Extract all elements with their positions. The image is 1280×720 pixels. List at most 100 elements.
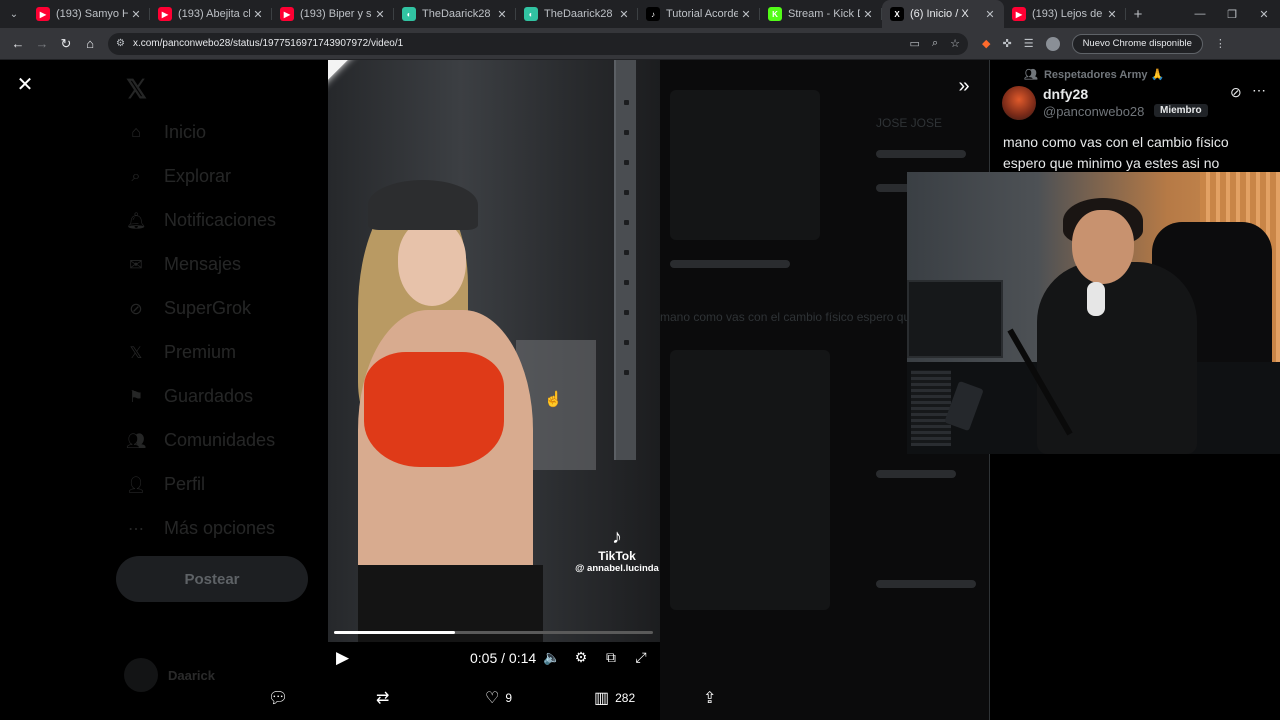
background-media — [670, 350, 830, 610]
monitor — [907, 280, 1003, 358]
reply-icon: 💬︎ — [268, 690, 289, 707]
views-button[interactable]: ▥ 282 — [594, 688, 635, 708]
sidebar-item-label: Inicio — [164, 122, 207, 142]
sidebar-item-mensajes[interactable]: ✉ Mensajes — [126, 254, 241, 275]
tab-close-icon[interactable]: ✕ — [250, 8, 266, 21]
tab-close-icon[interactable]: ✕ — [1104, 8, 1120, 21]
tab-title: TheDaarick28 - Prend — [422, 8, 494, 20]
grok-icon[interactable]: ⊘ — [1230, 84, 1242, 101]
background-line — [876, 580, 976, 588]
post-button[interactable]: Postear — [116, 556, 308, 602]
browser-tab[interactable]: ◐ TheDaarick28 - Prend✕ — [394, 0, 516, 28]
browser-tab[interactable]: ▶ (193) Lejos de ti (Co✕ — [1004, 0, 1126, 28]
reading-list-icon[interactable]: ☰ — [1024, 37, 1034, 50]
tab-close-icon[interactable]: ✕ — [372, 8, 388, 21]
back-icon[interactable]: ← — [6, 32, 30, 56]
reload-icon[interactable]: ↻ — [54, 32, 78, 56]
browser-tab[interactable]: ◐ TheDaarick28 - Sub T✕ — [516, 0, 638, 28]
url-text[interactable]: x.com/panconwebo28/status/19775169717439… — [133, 38, 910, 49]
tab-close-icon[interactable]: ✕ — [738, 8, 754, 21]
browser-tab[interactable]: ▶ (193) Abejita chiquit✕ — [150, 0, 272, 28]
close-viewer-icon[interactable]: ✕ — [14, 74, 36, 96]
volume-icon[interactable]: 🔈 — [542, 649, 562, 666]
sidebar-item-notificaciones[interactable]: 🔔︎ Notificaciones — [126, 210, 276, 231]
bookmark-star-icon[interactable]: ☆ — [950, 37, 960, 50]
reply-button[interactable]: 💬︎ — [268, 688, 294, 708]
sidebar-item-guardados[interactable]: ⚑ Guardados — [126, 386, 253, 407]
community-label[interactable]: 👥︎ Respetadores Army 🙏 — [1024, 68, 1164, 81]
sidebar-item-premium[interactable]: 𝕏 Premium — [126, 342, 236, 363]
x-logo-icon: 𝕏 — [126, 74, 147, 104]
home-icon[interactable]: ⌂ — [78, 32, 102, 56]
close-window-icon[interactable]: ✕ — [1248, 8, 1280, 21]
cast-icon[interactable]: ▭ — [910, 37, 920, 50]
expand-panel-icon[interactable]: » — [952, 74, 976, 98]
browser-tab[interactable]: ▶ (193) Samyo How To✕ — [28, 0, 150, 28]
extensions-puzzle-icon[interactable]: ✜ — [1002, 37, 1011, 50]
share-icon: ⇪ — [703, 690, 717, 707]
sidebar-item-más-opciones[interactable]: ⋯ Más opciones — [126, 518, 275, 539]
share-button[interactable]: ⇪ — [703, 688, 722, 708]
browser-tab[interactable]: ♪ Tutorial Acordes de✕ — [638, 0, 760, 28]
reply-author-name[interactable]: dnfy28 — [1043, 86, 1088, 102]
streamlabs-favicon-icon: ◐ — [524, 7, 538, 21]
address-bar[interactable]: ⚙ x.com/panconwebo28/status/197751697174… — [108, 32, 968, 55]
extension-icon[interactable]: ◆ — [982, 37, 990, 50]
sidebar-item-comunidades[interactable]: 👥︎ Comunidades — [126, 430, 275, 451]
sidebar-item-label: Premium — [164, 342, 237, 362]
sidebar-item-label: SuperGrok — [164, 298, 252, 318]
tab-close-icon[interactable]: ✕ — [616, 8, 632, 21]
tab-search-button[interactable]: ⌄ — [0, 0, 28, 28]
play-icon[interactable]: ▶ — [336, 648, 349, 668]
tiktok-brand: TikTok — [598, 549, 636, 563]
profile-avatar[interactable] — [1045, 36, 1060, 51]
zoom-icon[interactable]: ⌕ — [932, 37, 938, 50]
chrome-menu-icon[interactable]: ⋮ — [1215, 37, 1226, 50]
webcam-overlay — [907, 172, 1280, 454]
video-player[interactable]: ♪ TikTok @ annabel.lucinda ☝ — [328, 60, 660, 642]
kick-favicon-icon: K — [768, 7, 782, 21]
youtube-favicon-icon: ▶ — [1012, 7, 1026, 21]
views-count: 282 — [615, 691, 636, 705]
bell-icon: 🔔︎ — [126, 212, 147, 230]
more-icon: ⋯ — [128, 520, 144, 538]
views-icon: ▥ — [594, 690, 610, 707]
forward-icon[interactable]: → — [30, 32, 54, 56]
reply-author-handle[interactable]: @panconwebo28 — [1043, 104, 1144, 119]
like-button[interactable]: ♡ 9 — [485, 688, 512, 708]
picture-in-picture-icon[interactable]: ⧉ — [601, 649, 621, 666]
ceiling-light — [328, 60, 358, 149]
tiktok-watermark: ♪ TikTok @ annabel.lucinda — [572, 526, 660, 574]
more-options-icon[interactable]: ⋯ — [1252, 82, 1266, 99]
account-name: Daarick — [168, 667, 215, 683]
browser-tab[interactable]: X (6) Inicio / X ✕ — [882, 0, 1004, 28]
mail-icon: ✉ — [129, 256, 143, 274]
maximize-icon[interactable]: ❐ — [1216, 8, 1248, 21]
sidebar-item-explorar[interactable]: ⌕ Explorar — [126, 166, 232, 187]
background-headline: JOSE JOSE — [876, 116, 943, 130]
minimize-icon[interactable]: — — [1184, 8, 1216, 21]
tab-close-icon[interactable]: ✕ — [128, 8, 144, 21]
x-icon: 𝕏 — [129, 344, 143, 362]
tabs-container: ▶(193) Samyo How To✕▶(193) Abejita chiqu… — [28, 0, 1126, 28]
video-progress-bar[interactable] — [334, 631, 653, 634]
sidebar-item-inicio[interactable]: ⌂ Inicio — [126, 122, 206, 143]
avatar[interactable] — [1002, 86, 1036, 120]
person-cap — [368, 180, 478, 230]
settings-icon[interactable]: ⚙ — [571, 649, 591, 666]
sidebar-item-label: Más opciones — [164, 518, 276, 538]
repost-button[interactable]: ⇄ — [376, 688, 395, 708]
tab-close-icon[interactable]: ✕ — [860, 8, 876, 21]
sidebar-item-label: Guardados — [164, 386, 254, 406]
browser-tab[interactable]: K Stream - Kick Dashb✕ — [760, 0, 882, 28]
browser-tab[interactable]: ▶ (193) Biper y sus ami✕ — [272, 0, 394, 28]
chrome-update-button[interactable]: Nuevo Chrome disponible — [1071, 33, 1203, 54]
sidebar-item-perfil[interactable]: 👤︎ Perfil — [126, 474, 205, 495]
tab-title: (193) Biper y sus ami — [300, 8, 372, 20]
new-tab-button[interactable]: + — [1126, 6, 1150, 23]
fullscreen-icon[interactable]: ⤢ — [631, 649, 651, 666]
site-info-icon[interactable]: ⚙ — [116, 38, 125, 49]
sidebar-item-supergrok[interactable]: ⊘ SuperGrok — [126, 298, 251, 319]
tab-close-icon[interactable]: ✕ — [982, 8, 998, 21]
tab-close-icon[interactable]: ✕ — [494, 8, 510, 21]
